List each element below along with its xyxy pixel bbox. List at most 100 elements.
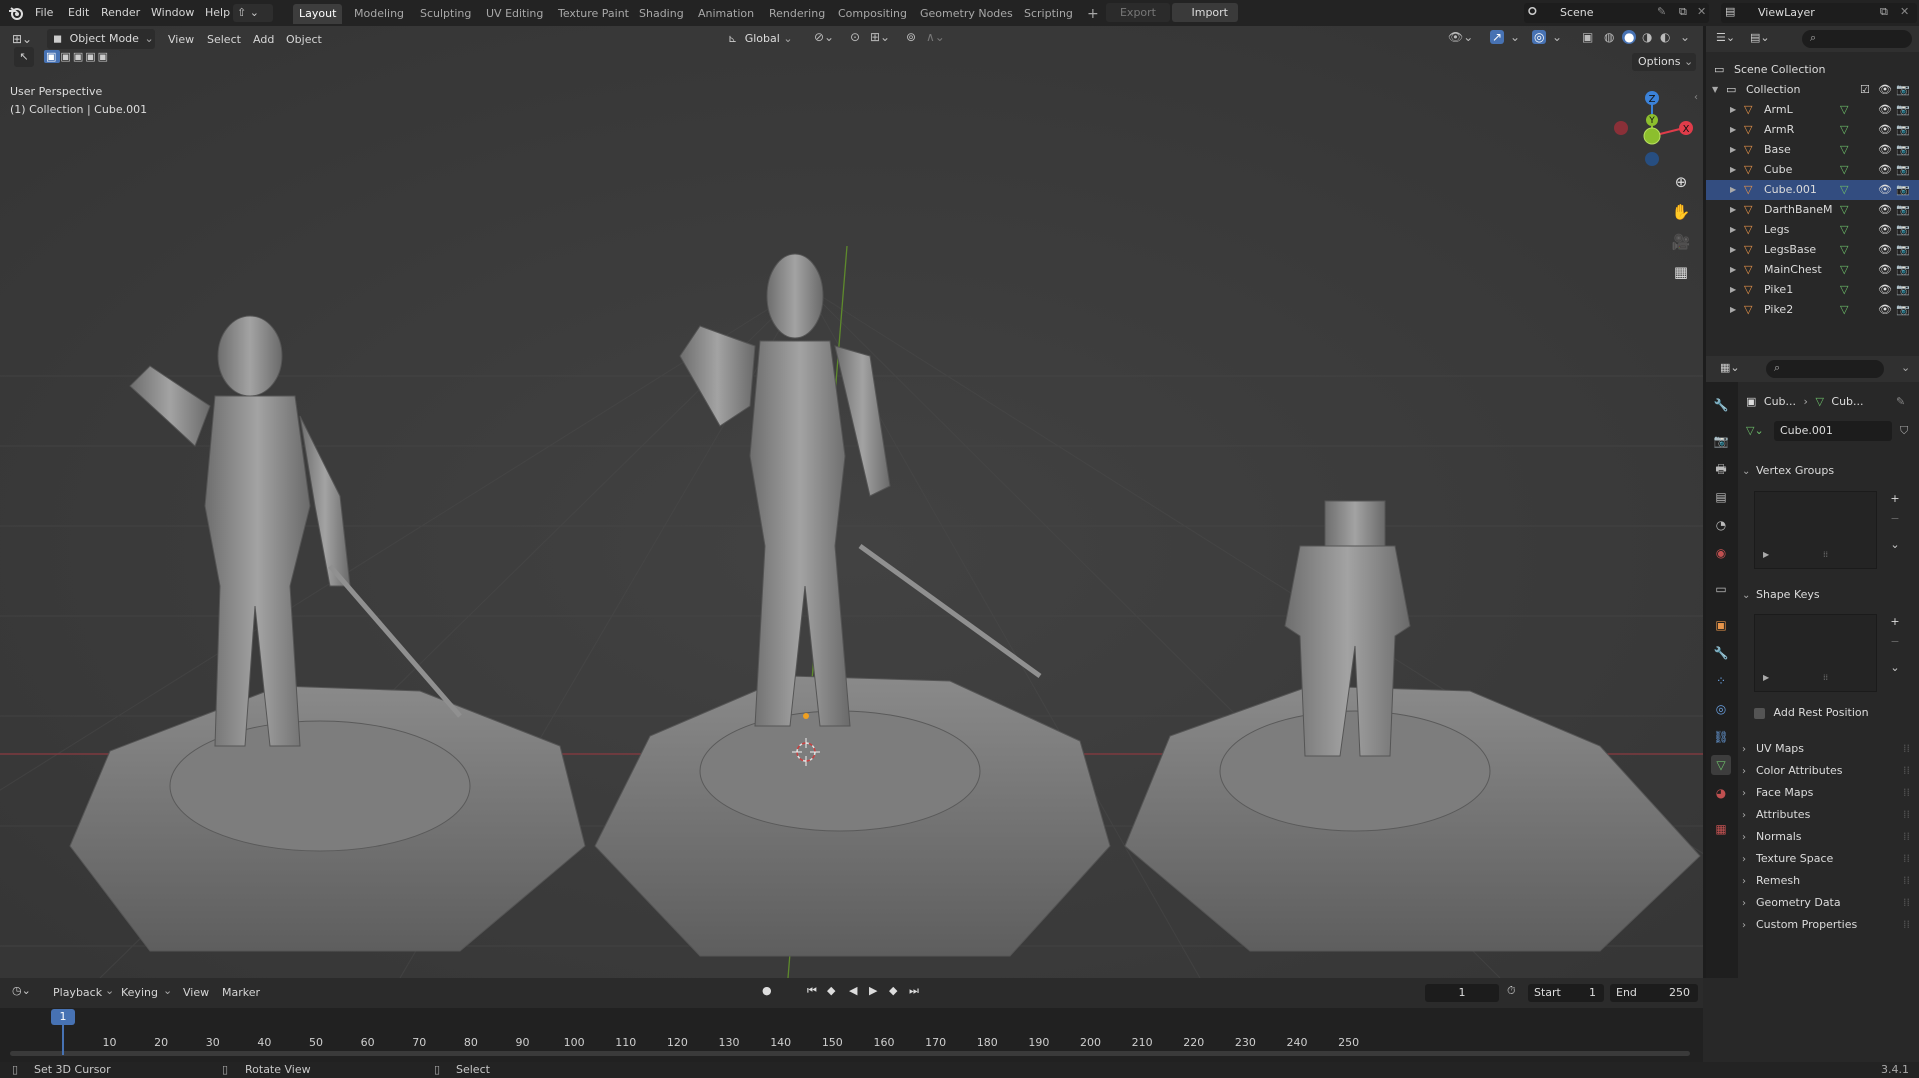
chevron-down-icon[interactable]: ⌄ [1552, 30, 1562, 44]
camera-render-icon[interactable]: 📷 [1896, 100, 1910, 120]
tab-modeling[interactable]: Modeling [348, 4, 410, 24]
gizmo-toggle-icon[interactable]: ↗ [1490, 30, 1505, 44]
menu-timeline-view[interactable]: View [183, 985, 209, 1001]
outliner-item[interactable]: ▶ ▽ Base ▽ 👁 📷 [1706, 140, 1919, 160]
outliner-item[interactable]: ▶ ▽ DarthBaneM ▽ 👁 📷 [1706, 200, 1919, 220]
collapsed-panel-header[interactable]: › Color Attributes ⁞⁞ [1742, 760, 1914, 782]
menu-view[interactable]: View [168, 32, 194, 48]
vertex-groups-menu-button[interactable]: ⌄ [1884, 538, 1906, 556]
import-button[interactable]: Import [1172, 3, 1238, 22]
falloff-button[interactable]: ∧⌄ [926, 30, 956, 48]
camera-render-icon[interactable]: 📷 [1896, 80, 1910, 100]
eye-icon[interactable]: 👁 [1878, 120, 1892, 140]
eye-icon[interactable]: 👁 [1878, 140, 1892, 160]
particles-tab-icon[interactable]: ⁘ [1711, 671, 1731, 691]
outliner-item[interactable]: ▶ ▽ Cube ▽ 👁 📷 [1706, 160, 1919, 180]
add-rest-position-checkbox[interactable]: Add Rest Position [1754, 704, 1914, 722]
mesh-datablock-field[interactable]: ▽⌄ Cube.001 ⛉ [1746, 421, 1916, 441]
select-tool-icon[interactable]: ↖ [14, 47, 34, 67]
select-new-icon[interactable]: ▣ [44, 50, 61, 63]
outliner-item[interactable]: ▶ ▽ Pike2 ▽ 👁 📷 [1706, 300, 1919, 320]
eye-icon[interactable]: 👁 [1878, 220, 1892, 240]
checkbox-icon[interactable] [1754, 707, 1765, 719]
disclosure-triangle-icon[interactable]: ▶ [1730, 140, 1736, 160]
gizmo-neg-x-axis[interactable] [1614, 121, 1628, 135]
end-frame-field[interactable]: End 250 [1610, 984, 1698, 1002]
3d-viewport[interactable]: Z Y X ⊞⌄ ◼ Object Mode ⌄ View Select Add… [0, 26, 1703, 978]
collapsed-panel-header[interactable]: › Attributes ⁞⁞ [1742, 804, 1914, 826]
drag-handle-icon[interactable]: ⁞⁞ [1903, 848, 1910, 870]
preview-range-icon[interactable]: ⏱ [1507, 984, 1516, 998]
expand-icon[interactable]: ▶ [1763, 673, 1769, 682]
remove-shape-key-button[interactable]: − [1884, 635, 1906, 653]
collapsed-panel-header[interactable]: › Normals ⁞⁞ [1742, 826, 1914, 848]
drag-handle-icon[interactable]: ⁞⁞ [1903, 914, 1910, 936]
pan-hand-icon[interactable]: ✋ [1668, 199, 1694, 225]
camera-render-icon[interactable]: 📷 [1896, 140, 1910, 160]
tab-animation[interactable]: Animation [692, 4, 760, 24]
shape-keys-menu-button[interactable]: ⌄ [1884, 661, 1906, 679]
mesh-name-input[interactable]: Cube.001 [1774, 421, 1892, 441]
drag-handle-icon[interactable]: ⁞⁞ [1903, 782, 1910, 804]
collapsed-panel-header[interactable]: › Remesh ⁞⁞ [1742, 870, 1914, 892]
checkbox-icon[interactable]: ☑ [1860, 80, 1870, 100]
outliner-item[interactable]: ▶ ▽ ArmR ▽ 👁 📷 [1706, 120, 1919, 140]
pin-icon[interactable]: ✎ [1896, 393, 1905, 411]
add-vertex-group-button[interactable]: + [1884, 492, 1906, 510]
gizmo-neg-z-axis[interactable] [1645, 152, 1659, 166]
collapsed-panel-header[interactable]: › Face Maps ⁞⁞ [1742, 782, 1914, 804]
shape-keys-panel-header[interactable]: ⌄ Shape Keys [1742, 584, 1914, 606]
collapsed-panel-header[interactable]: › Geometry Data ⁞⁞ [1742, 892, 1914, 914]
camera-render-icon[interactable]: 📷 [1896, 240, 1910, 260]
start-frame-field[interactable]: Start 1 [1528, 984, 1604, 1002]
menu-window[interactable]: Window [151, 5, 194, 21]
disclosure-triangle-icon[interactable]: ▶ [1730, 120, 1736, 140]
drag-handle-icon[interactable]: ⁞⁞ [1903, 892, 1910, 914]
fake-user-shield-icon[interactable]: ⛉ [1900, 421, 1908, 441]
editor-type-button[interactable]: ⊞⌄ [12, 30, 40, 48]
viewport-scene[interactable]: Z Y X [0, 26, 1703, 978]
disclosure-triangle-icon[interactable]: ▶ [1730, 240, 1736, 260]
tab-scripting[interactable]: Scripting [1018, 4, 1079, 24]
world-tab-icon[interactable]: ◉ [1711, 543, 1731, 563]
drag-handle-icon[interactable]: ⁞⁞ [1903, 826, 1910, 848]
eye-icon[interactable]: 👁 [1878, 160, 1892, 180]
expand-icon[interactable]: ▶ [1763, 550, 1769, 559]
add-shape-key-button[interactable]: + [1884, 615, 1906, 633]
export-button[interactable]: Export [1106, 3, 1170, 22]
select-intersect-icon[interactable]: ▣ [98, 50, 110, 63]
disclosure-triangle-icon[interactable]: ▶ [1730, 300, 1736, 320]
display-mode-icon[interactable]: ▤⌄ [1750, 31, 1770, 44]
editor-type-icon[interactable]: ☰⌄ [1716, 31, 1735, 44]
camera-render-icon[interactable]: 📷 [1896, 120, 1910, 140]
outliner-search-input[interactable]: ⌕ [1802, 30, 1912, 48]
menu-select[interactable]: Select [207, 32, 241, 48]
render-tab-icon[interactable]: 📷 [1711, 431, 1731, 451]
eye-icon[interactable]: 👁 [1878, 300, 1892, 320]
drag-handle-icon[interactable]: ⁞⁞ [1903, 804, 1910, 826]
eye-icon[interactable]: 👁 [1878, 280, 1892, 300]
outliner-item[interactable]: ▶ ▽ LegsBase ▽ 👁 📷 [1706, 240, 1919, 260]
constraints-tab-icon[interactable]: ⛓ [1711, 727, 1731, 747]
tool-tab-icon[interactable]: 🔧 [1711, 395, 1731, 415]
disclosure-triangle-icon[interactable]: ▶ [1730, 200, 1736, 220]
material-tab-icon[interactable]: ◕ [1711, 783, 1731, 803]
play-reverse-icon[interactable]: ◀ [849, 984, 857, 997]
tab-shading[interactable]: Shading [633, 4, 690, 24]
view-layer-tab-icon[interactable]: ▤ [1711, 487, 1731, 507]
object-tab-icon[interactable]: ▣ [1711, 615, 1731, 635]
menu-playback[interactable]: Playback [53, 985, 102, 1001]
outliner-item[interactable]: ▶ ▽ Pike1 ▽ 👁 📷 [1706, 280, 1919, 300]
disclosure-triangle-icon[interactable]: ▶ [1730, 280, 1736, 300]
shape-keys-list[interactable]: ▶ ⁞⁞ [1754, 614, 1877, 692]
menu-help[interactable]: Help [205, 5, 230, 21]
collapsed-panel-header[interactable]: › Custom Properties ⁞⁞ [1742, 914, 1914, 936]
collection-tab-icon[interactable]: ▭ [1711, 579, 1731, 599]
ortho-toggle-icon[interactable]: ▦ [1668, 259, 1694, 285]
modifier-tab-icon[interactable]: 🔧 [1711, 643, 1731, 663]
outliner-scene-collection[interactable]: ▭ Scene Collection [1706, 60, 1919, 80]
eye-icon[interactable]: 👁 [1878, 260, 1892, 280]
current-frame-field[interactable]: 1 [1425, 984, 1499, 1002]
outliner-item[interactable]: ▶ ▽ Legs ▽ 👁 📷 [1706, 220, 1919, 240]
camera-render-icon[interactable]: 📷 [1896, 220, 1910, 240]
